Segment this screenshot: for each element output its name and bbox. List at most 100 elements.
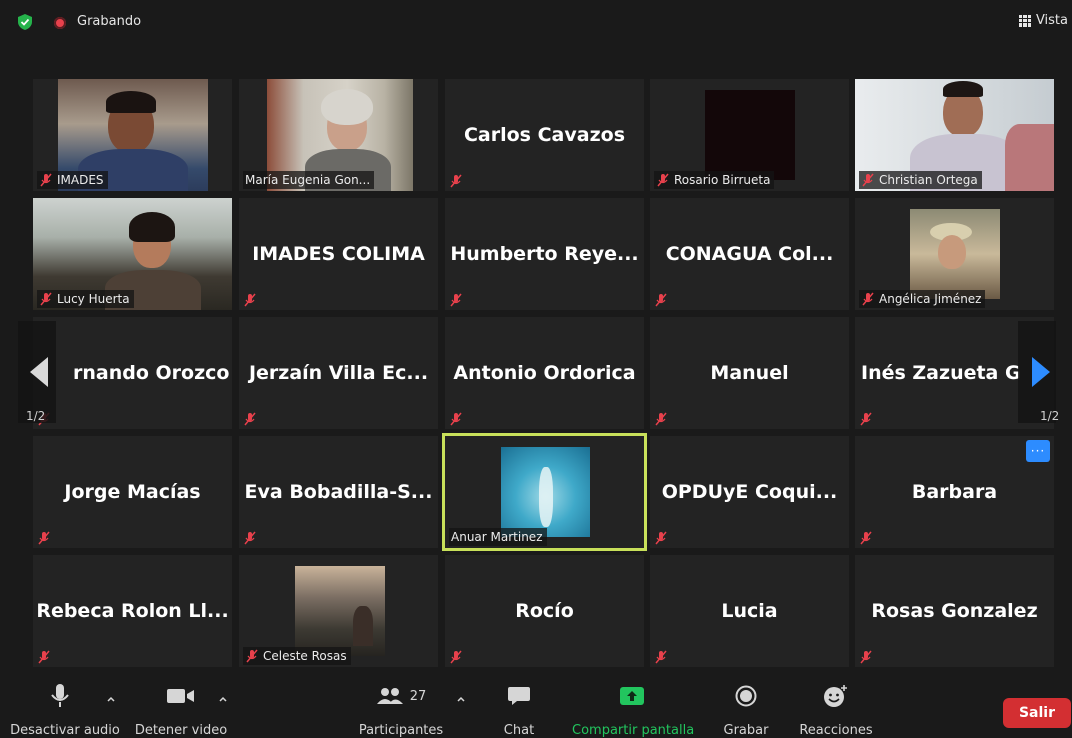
muted-mic-icon [657, 173, 669, 187]
participants-icon [376, 688, 403, 704]
muted-mic-icon [40, 292, 52, 306]
next-page-button[interactable]: 1/2 [1018, 321, 1060, 423]
participant-name: Jerzaín Villa Ec... [248, 362, 429, 384]
participant-name: OPDUyE Coqui... [661, 481, 838, 503]
muted-mic-icon [655, 650, 667, 664]
muted-mic-icon [244, 412, 256, 426]
chevron-up-icon[interactable] [218, 694, 228, 704]
stop-video-button[interactable]: Detener video [130, 680, 232, 738]
participant-name: Humberto Reye... [450, 243, 639, 265]
avatar [910, 209, 1000, 299]
share-screen-label: Compartir pantalla [572, 723, 695, 738]
recording-status: Grabando [77, 14, 142, 29]
muted-mic-icon [655, 293, 667, 307]
participant-name: Anuar Martinez [451, 530, 543, 544]
participant-name: María Eugenia Gon... [245, 173, 371, 187]
participant-name: rnando Orozco [73, 362, 230, 384]
chat-button[interactable]: Chat [494, 680, 544, 738]
participant-tile-humberto[interactable]: Humberto Reye... [445, 198, 644, 310]
stop-video-label: Detener video [134, 723, 228, 738]
participant-tile-conagua[interactable]: CONAGUA Col... [650, 198, 849, 310]
muted-mic-icon [450, 293, 462, 307]
participant-tile-maria[interactable]: María Eugenia Gon... [239, 79, 438, 191]
participant-label: Celeste Rosas [243, 647, 351, 665]
chevron-up-icon[interactable] [456, 694, 466, 704]
participant-tile-anuar-active-speaker[interactable]: Anuar Martinez [442, 433, 647, 551]
participant-tile-angelica[interactable]: Angélica Jiménez [855, 198, 1054, 310]
participant-name: Angélica Jiménez [879, 292, 982, 306]
muted-mic-icon [38, 531, 50, 545]
participant-tile-eva[interactable]: Eva Bobadilla-S... [239, 436, 438, 548]
chat-bubble-icon [508, 687, 530, 705]
shield-check-icon[interactable] [18, 14, 32, 30]
record-button[interactable]: Grabar [718, 680, 774, 738]
muted-mic-icon [655, 412, 667, 426]
participant-name: Jorge Macías [64, 481, 201, 503]
view-button[interactable]: Vista [1018, 13, 1068, 28]
microphone-icon [51, 684, 69, 707]
participant-name: Barbara [911, 481, 998, 503]
participant-tile-rocio[interactable]: Rocío [445, 555, 644, 667]
muted-mic-icon [40, 173, 52, 187]
participant-name: Rosas Gonzalez [871, 600, 1038, 622]
reactions-label: Reacciones [799, 723, 873, 738]
share-screen-button[interactable]: Compartir pantalla [572, 680, 695, 738]
participant-label: Angélica Jiménez [859, 290, 986, 308]
avatar [705, 90, 795, 180]
participant-tile-rosario[interactable]: Rosario Birrueta [650, 79, 849, 191]
participant-tile-imades-colima[interactable]: IMADES COLIMA [239, 198, 438, 310]
mute-audio-button[interactable]: Desactivar audio [10, 680, 120, 738]
meeting-toolbar: Desactivar audio Detener video 27 Partic… [0, 680, 1072, 738]
previous-page-button[interactable]: 1/2 [18, 321, 56, 423]
reactions-button[interactable]: Reacciones [796, 680, 876, 738]
participant-label: Lucy Huerta [37, 290, 134, 308]
participant-label: IMADES [37, 171, 108, 189]
participant-tile-carlos[interactable]: Carlos Cavazos [445, 79, 644, 191]
participant-name: Lucia [721, 600, 778, 622]
participant-tile-lucy[interactable]: Lucy Huerta [33, 198, 232, 310]
gallery-view: IMADES María Eugenia Gon... Carlos Cavaz… [33, 79, 1054, 667]
participant-name: Christian Ortega [879, 173, 978, 187]
participant-name: Celeste Rosas [263, 649, 347, 663]
muted-mic-icon [246, 649, 258, 663]
participant-name: Manuel [710, 362, 789, 384]
participant-tile-celeste[interactable]: Celeste Rosas [239, 555, 438, 667]
page-indicator-left: 1/2 [26, 409, 46, 423]
participant-name: Eva Bobadilla-S... [244, 481, 433, 503]
participant-tile-lucia[interactable]: Lucia [650, 555, 849, 667]
participant-tile-opduye[interactable]: OPDUyE Coqui... [650, 436, 849, 548]
participant-tile-manuel[interactable]: Manuel [650, 317, 849, 429]
muted-mic-icon [450, 412, 462, 426]
video-camera-icon [167, 689, 194, 703]
leave-meeting-button[interactable]: Salir [1003, 698, 1071, 728]
participant-tile-jorge[interactable]: Jorge Macías [33, 436, 232, 548]
muted-mic-icon [38, 650, 50, 664]
participant-tile-fernando[interactable]: rnando Orozco [33, 317, 232, 429]
participant-tile-jerzain[interactable]: Jerzaín Villa Ec... [239, 317, 438, 429]
participant-label: Rosario Birrueta [654, 171, 775, 189]
participant-tile-rosas[interactable]: Rosas Gonzalez [855, 555, 1054, 667]
participant-tile-antonio[interactable]: Antonio Ordorica [445, 317, 644, 429]
chat-label: Chat [503, 723, 535, 738]
mute-audio-label: Desactivar audio [10, 723, 120, 738]
more-options-button[interactable]: ··· [1026, 440, 1050, 462]
gallery-grid-icon [1018, 14, 1031, 27]
participant-tile-christian[interactable]: Christian Ortega [855, 79, 1054, 191]
avatar [501, 447, 590, 537]
participant-tile-barbara[interactable]: Barbara ··· [855, 436, 1054, 548]
participant-label: Anuar Martinez [449, 528, 547, 546]
participant-tile-imades[interactable]: IMADES [33, 79, 232, 191]
record-icon [735, 685, 757, 707]
arrow-right-icon [1032, 357, 1050, 387]
participant-name: Rocío [515, 600, 574, 622]
muted-mic-icon [862, 173, 874, 187]
page-indicator-right: 1/2 [1040, 409, 1060, 423]
participant-label: Christian Ortega [859, 171, 982, 189]
participant-tile-rebeca[interactable]: Rebeca Rolon Ll... [33, 555, 232, 667]
muted-mic-icon [860, 412, 872, 426]
view-label: Vista [1035, 13, 1068, 28]
muted-mic-icon [244, 293, 256, 307]
participants-button[interactable]: 27 Participantes [356, 680, 446, 738]
chevron-up-icon[interactable] [106, 694, 116, 704]
arrow-left-icon [30, 357, 48, 387]
